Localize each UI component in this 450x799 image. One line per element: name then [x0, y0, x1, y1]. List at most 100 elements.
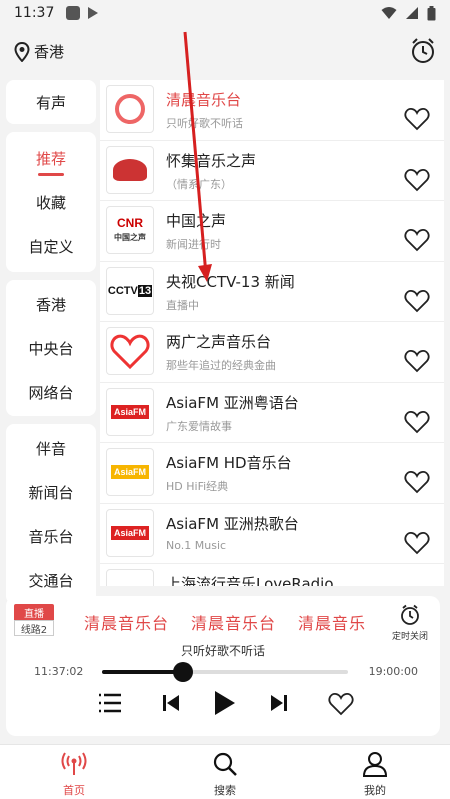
- favorite-button[interactable]: [328, 692, 354, 720]
- media-play-icon: [88, 7, 99, 19]
- station-name: 央视CCTV-13 新闻: [166, 272, 295, 291]
- nav-profile-label: 我的: [364, 784, 386, 797]
- station-list[interactable]: 清晨音乐台只听好歌不听话怀集音乐之声 （情系广东） CNR 中国之声 中国之声新闻进行时…: [100, 80, 444, 586]
- list-icon: [99, 693, 121, 713]
- heart-icon: [404, 229, 430, 252]
- heart-icon: [404, 410, 430, 433]
- station-name: AsiaFM HD音乐台: [166, 454, 292, 472]
- heart-icon: [404, 108, 430, 131]
- sidebar-group: 有声: [6, 80, 96, 124]
- current-time: 11:37:02: [34, 665, 84, 678]
- station-logo: [106, 85, 154, 133]
- nav-home-label: 首页: [63, 784, 85, 797]
- timer-icon: [401, 604, 419, 625]
- station-logo: [106, 327, 154, 375]
- favorite-heart-button[interactable]: [404, 289, 430, 317]
- line-selector[interactable]: 线路2: [14, 620, 54, 636]
- skip-next-icon: [271, 695, 287, 711]
- bottom-nav: 首页 搜索 我的: [0, 744, 450, 799]
- alarm-button[interactable]: [410, 37, 436, 69]
- station-row[interactable]: AsiaFM AsiaFM 亚洲粤语台 广东爱情故事: [100, 382, 444, 443]
- station-row[interactable]: AsiaFM AsiaFM HD音乐台 HD HiFi经典: [100, 443, 444, 504]
- battery-icon: [427, 5, 436, 20]
- sidebar-item[interactable]: 香港: [6, 282, 96, 326]
- favorite-heart-button[interactable]: [404, 228, 430, 256]
- station-row[interactable]: CNR 中国之声 中国之声新闻进行时: [100, 201, 444, 262]
- playlist-button[interactable]: [98, 692, 122, 718]
- sidebar-item[interactable]: 网络台: [6, 370, 96, 414]
- location-pin-icon: [14, 41, 30, 62]
- station-subtitle: 新闻进行时: [166, 238, 221, 251]
- station-subtitle: No.1 Music: [166, 538, 227, 552]
- sidebar-item[interactable]: 有声: [6, 80, 96, 124]
- sidebar-item[interactable]: 收藏: [6, 180, 96, 224]
- now-playing-marquee: 清晨音乐台 清晨音乐台 清晨音乐: [84, 610, 384, 634]
- sidebar-item[interactable]: 音乐台: [6, 514, 96, 558]
- station-logo: CCTV13: [106, 266, 154, 315]
- player-panel: 直播 线路2 清晨音乐台 清晨音乐台 清晨音乐 定时关闭 只听好歌不听话 11:37…: [6, 596, 440, 736]
- progress-track[interactable]: [102, 670, 348, 674]
- heart-icon: [404, 168, 430, 191]
- program-title: 只听好歌不听话: [180, 644, 265, 658]
- station-name: 中国之声: [166, 212, 227, 230]
- wifi-icon: [381, 7, 397, 19]
- alarm-clock-icon: [412, 38, 434, 63]
- sidebar-item[interactable]: 伴音: [6, 426, 96, 470]
- favorite-heart-button[interactable]: [404, 168, 430, 196]
- nav-profile[interactable]: 我的: [345, 751, 405, 798]
- notification-icon: [66, 6, 81, 20]
- favorite-heart-button[interactable]: [404, 470, 430, 498]
- sleep-timer-label: 定时关闭: [391, 632, 428, 642]
- station-name: 怀集音乐之声: [166, 151, 257, 170]
- station-subtitle: 只听好歌不听话: [166, 117, 243, 130]
- next-button[interactable]: [270, 692, 288, 718]
- skip-previous-icon: [163, 695, 179, 711]
- favorite-heart-button[interactable]: [404, 531, 430, 559]
- previous-button[interactable]: [162, 692, 180, 718]
- nav-home[interactable]: 首页: [44, 751, 104, 798]
- location-selector[interactable]: 香港: [14, 41, 64, 62]
- station-logo: CNR 中国之声: [106, 206, 154, 254]
- play-icon: [215, 691, 235, 715]
- station-subtitle: （情系广东）: [166, 177, 232, 191]
- search-icon: [213, 752, 237, 776]
- nav-search-label: 搜索: [214, 784, 236, 797]
- progress-thumb[interactable]: [173, 662, 194, 682]
- sidebar-item[interactable]: 推荐: [6, 136, 96, 180]
- status-time: 11:37: [14, 5, 55, 21]
- favorite-heart-button[interactable]: [404, 349, 430, 377]
- station-name: 上海流行音乐LoveRadio: [166, 575, 334, 586]
- station-logo: AsiaFM: [106, 508, 154, 557]
- station-row[interactable]: CCTV13 央视CCTV-13 新闻 直播中: [100, 261, 444, 322]
- top-bar: 香港: [0, 28, 450, 76]
- station-name: AsiaFM 亚洲热歌台: [166, 514, 299, 533]
- heart-icon: [404, 531, 430, 554]
- marquee-text: 清晨音乐台: [191, 614, 277, 633]
- station-name: AsiaFM 亚洲粤语台: [166, 393, 299, 412]
- sidebar-item[interactable]: 新闻台: [6, 470, 96, 514]
- sidebar-item[interactable]: 自定义: [6, 224, 96, 268]
- station-logo: AsiaFM: [106, 387, 154, 436]
- station-logo: AsiaFM: [106, 448, 154, 496]
- sleep-timer-button[interactable]: 定时关闭: [390, 604, 430, 642]
- favorite-heart-button[interactable]: [404, 107, 430, 135]
- sidebar-item[interactable]: 中央台: [6, 326, 96, 370]
- station-logo: [106, 145, 154, 194]
- location-label: 香港: [34, 43, 65, 61]
- play-button[interactable]: [213, 689, 237, 721]
- status-bar: 11:37: [0, 0, 450, 26]
- favorite-heart-button[interactable]: [404, 410, 430, 438]
- station-row[interactable]: 上海流行音乐LoveRadio: [100, 564, 444, 586]
- end-time: 19:00:00: [368, 665, 418, 678]
- station-row[interactable]: 怀集音乐之声 （情系广东）: [100, 140, 444, 201]
- station-row[interactable]: 两广之声音乐台 那些年追过的经典金曲: [100, 322, 444, 383]
- station-row[interactable]: 清晨音乐台只听好歌不听话: [100, 80, 444, 141]
- sidebar-group: 推荐 收藏 自定义: [6, 132, 96, 272]
- station-subtitle: HD HiFi经典: [166, 480, 229, 493]
- station-name: 清晨音乐台: [166, 91, 242, 109]
- sidebar-group: 香港 中央台 网络台: [6, 280, 96, 416]
- station-row[interactable]: AsiaFM AsiaFM 亚洲热歌台 No.1 Music: [100, 503, 444, 564]
- category-sidebar: 有声 推荐 收藏 自定义 香港 中央台 网络台 伴音 新闻台 音乐台 交通台: [6, 80, 96, 612]
- nav-search[interactable]: 搜索: [195, 751, 255, 798]
- heart-icon: [404, 350, 430, 373]
